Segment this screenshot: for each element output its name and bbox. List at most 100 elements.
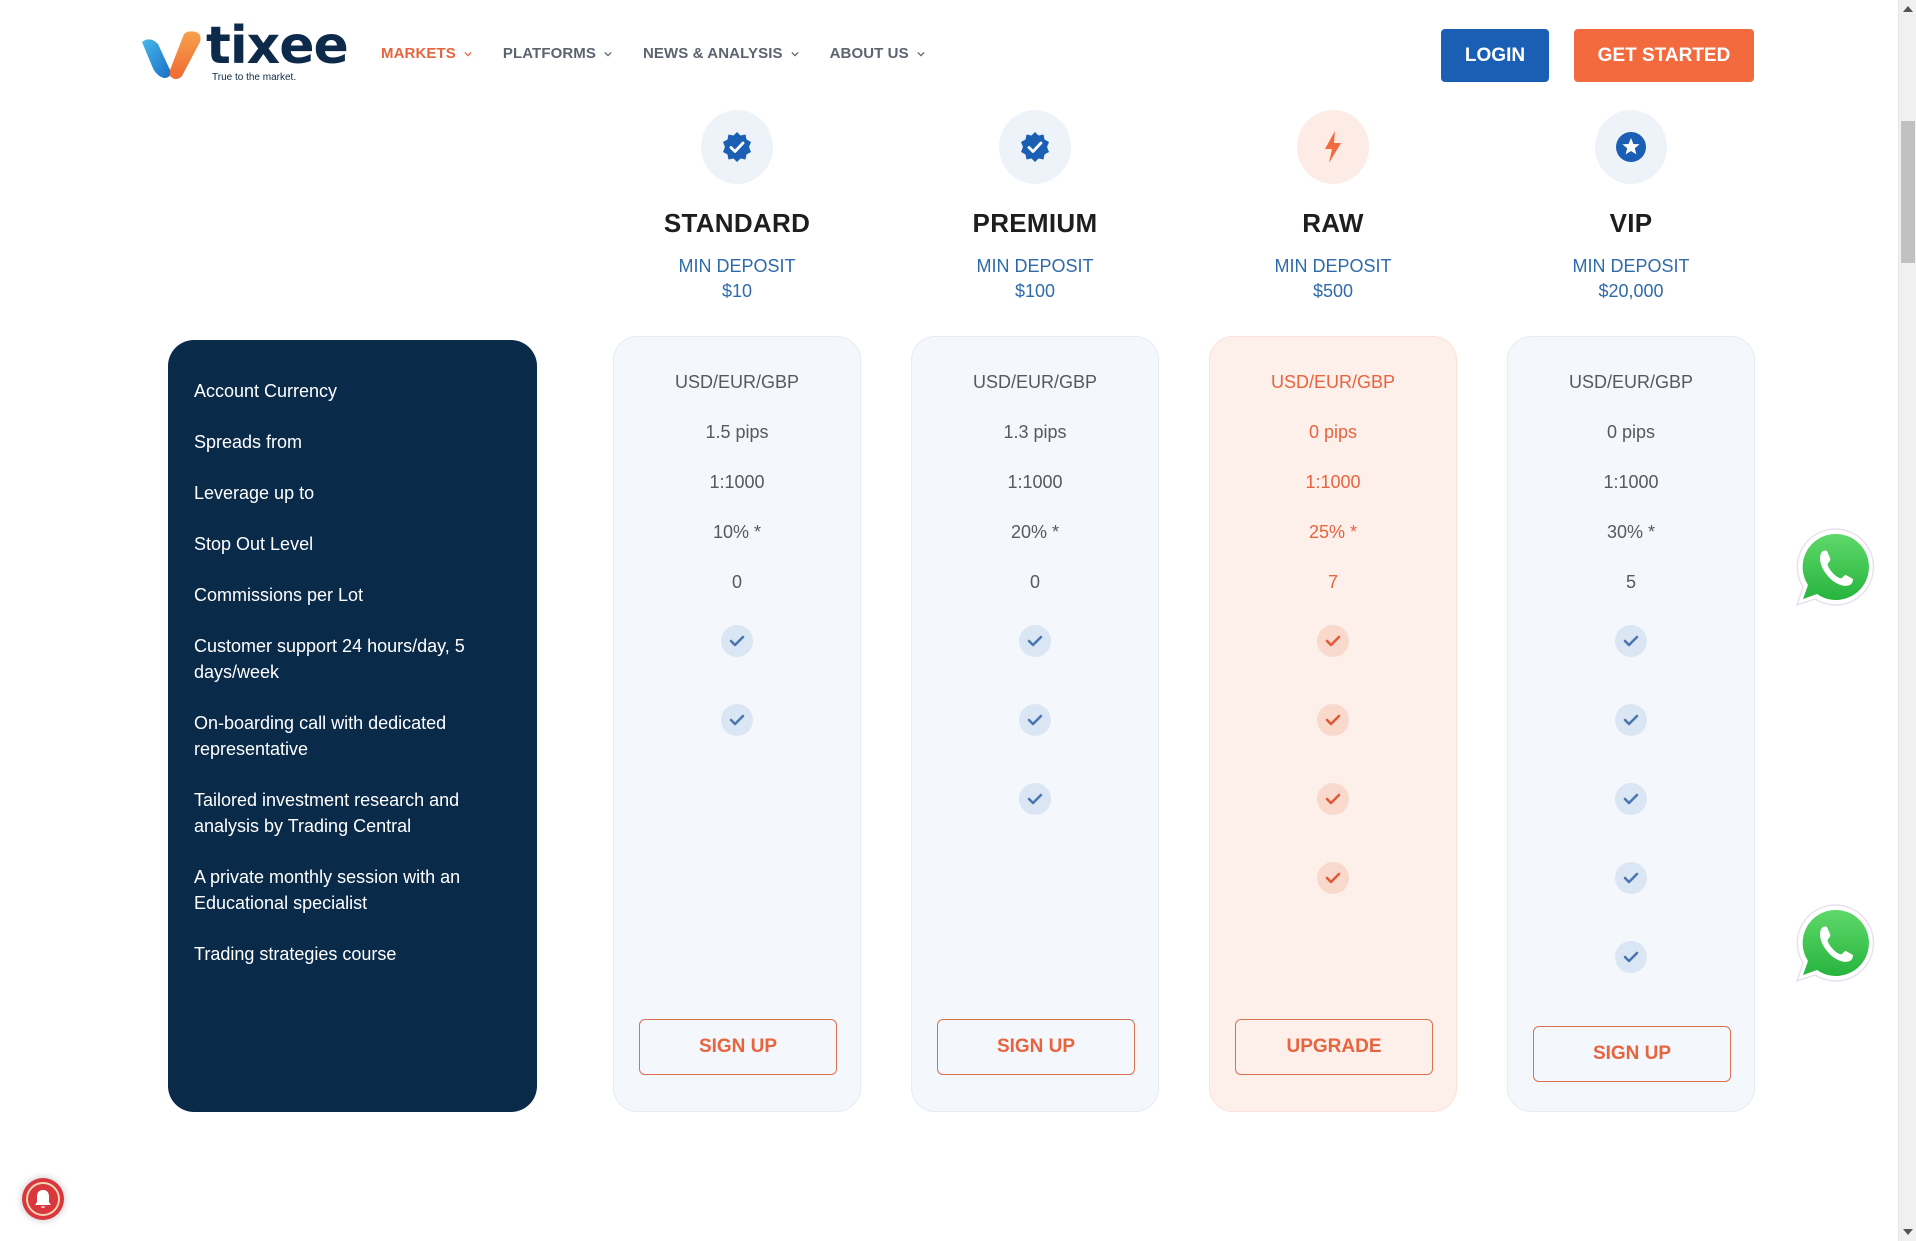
commission-value: 0	[1029, 572, 1040, 592]
spread-value: 1.5 pips	[705, 422, 769, 442]
checkmark-icon	[1027, 793, 1043, 805]
plan-header-standard: STANDARD MIN DEPOSIT $10	[612, 110, 862, 302]
checkmark-icon	[1027, 714, 1043, 726]
checkmark-icon	[1325, 635, 1341, 647]
leverage-value: 1:1000	[1603, 472, 1659, 492]
plan-title: RAW	[1302, 208, 1364, 238]
stop-out-value: 30% *	[1606, 522, 1656, 542]
scroll-down-arrow-icon[interactable]	[1903, 1229, 1913, 1235]
min-deposit-label: MIN DEPOSIT	[678, 256, 796, 276]
feature-included-check	[1615, 862, 1647, 894]
commission-value: 7	[1327, 572, 1338, 592]
whatsapp-button[interactable]	[1787, 519, 1883, 615]
sign-up-button[interactable]: SIGN UP	[937, 1019, 1135, 1075]
checkmark-icon	[729, 714, 745, 726]
checkmark-icon	[1027, 635, 1043, 647]
spread-value: 0 pips	[1606, 422, 1656, 442]
plan-header-raw: RAW MIN DEPOSIT $500	[1208, 110, 1458, 302]
plan-icon-wrap	[1595, 110, 1667, 184]
logo-tagline: True to the market.	[212, 72, 297, 83]
account-currency-value: USD/EUR/GBP	[972, 372, 1098, 392]
checkmark-icon	[1623, 872, 1639, 884]
nav-item-label: ABOUT US	[829, 45, 909, 62]
chevron-down-icon	[604, 51, 612, 56]
nav-item-about-us[interactable]: ABOUT US	[830, 45, 925, 62]
plan-card-raw: USD/EUR/GBP 0 pips 1:1000 25% * 7 UPGRADE	[1209, 336, 1457, 1112]
account-currency-value: USD/EUR/GBP	[1270, 372, 1396, 392]
feature-included-check	[1317, 704, 1349, 736]
whatsapp-button[interactable]	[1787, 895, 1883, 991]
feature-label: Tailored investment research and analysi…	[194, 790, 460, 836]
feature-included-check	[1317, 783, 1349, 815]
spread-value: 1.3 pips	[1003, 422, 1067, 442]
leverage-value: 1:1000	[709, 472, 765, 492]
chevron-down-icon	[917, 51, 925, 56]
stop-out-value: 20% *	[1010, 522, 1060, 542]
plan-icon-wrap	[999, 110, 1071, 184]
feature-included-check	[721, 704, 753, 736]
nav-item-platforms[interactable]: PLATFORMS	[503, 45, 612, 62]
feature-included-check	[1615, 704, 1647, 736]
checkmark-icon	[1623, 793, 1639, 805]
page-scrollbar[interactable]	[1898, 0, 1916, 1241]
login-button[interactable]: LOGIN	[1441, 29, 1549, 82]
site-header: tixee True to the market. MARKETS PLATFO…	[0, 0, 1898, 110]
min-deposit-value: $10	[721, 281, 753, 301]
checkmark-icon	[1325, 793, 1341, 805]
min-deposit-label: MIN DEPOSIT	[976, 256, 1094, 276]
features-panel: Account Currency Spreads from Leverage u…	[168, 340, 537, 1112]
checkmark-icon	[1623, 635, 1639, 647]
plan-title: VIP	[1609, 208, 1653, 238]
scroll-up-arrow-icon[interactable]	[1903, 6, 1913, 12]
get-started-button[interactable]: GET STARTED	[1574, 29, 1754, 82]
feature-included-check	[1317, 625, 1349, 657]
min-deposit-label: MIN DEPOSIT	[1274, 256, 1392, 276]
feature-included-check	[1317, 862, 1349, 894]
checkmark-icon	[1623, 951, 1639, 963]
feature-label: Stop Out Level	[194, 534, 314, 554]
min-deposit-value: $500	[1312, 281, 1354, 301]
chevron-down-icon	[790, 51, 799, 56]
feature-label: On-boarding call with dedicated represen…	[194, 713, 447, 759]
plan-title: PREMIUM	[972, 208, 1098, 238]
leverage-value: 1:1000	[1007, 472, 1063, 492]
star-badge-icon	[1616, 132, 1646, 162]
sign-up-button[interactable]: SIGN UP	[639, 1019, 837, 1075]
feature-included-check	[1615, 783, 1647, 815]
feature-label: Leverage up to	[194, 483, 315, 503]
nav-item-label: NEWS & ANALYSIS	[643, 45, 783, 62]
spread-value: 0 pips	[1308, 422, 1358, 442]
logo-wordmark: tixee	[206, 16, 349, 76]
plan-card-premium: USD/EUR/GBP 1.3 pips 1:1000 20% * 0 SIGN UP	[911, 336, 1159, 1112]
feature-label: Account Currency	[194, 381, 338, 401]
verified-badge-icon	[723, 132, 751, 162]
scroll-thumb[interactable]	[1901, 121, 1915, 263]
upgrade-button[interactable]: UPGRADE	[1235, 1019, 1433, 1075]
plan-icon-wrap	[1297, 110, 1369, 184]
account-currency-value: USD/EUR/GBP	[674, 372, 800, 392]
bell-icon	[35, 1190, 51, 1208]
min-deposit-value: $20,000	[1598, 281, 1664, 301]
feature-included-check	[1615, 625, 1647, 657]
checkmark-icon	[729, 635, 745, 647]
feature-label: Trading strategies course	[194, 944, 397, 964]
checkmark-icon	[1325, 872, 1341, 884]
logo[interactable]: tixee True to the market.	[140, 16, 349, 88]
notification-bell-button[interactable]	[22, 1178, 64, 1220]
leverage-value: 1:1000	[1305, 472, 1361, 492]
feature-included-check	[1615, 941, 1647, 973]
nav-item-news-analysis[interactable]: NEWS & ANALYSIS	[643, 45, 799, 62]
feature-label: Commissions per Lot	[194, 585, 364, 605]
nav-item-label: PLATFORMS	[502, 45, 596, 62]
feature-label: Spreads from	[194, 432, 303, 452]
checkmark-icon	[1325, 714, 1341, 726]
plan-header-vip: VIP MIN DEPOSIT $20,000	[1506, 110, 1756, 302]
chevron-down-icon	[464, 51, 472, 56]
lightning-icon	[1325, 131, 1341, 163]
stop-out-value: 10% *	[712, 522, 762, 542]
feature-label: A private monthly session with an Educat…	[194, 867, 461, 913]
plan-header-premium: PREMIUM MIN DEPOSIT $100	[910, 110, 1160, 302]
nav-item-markets[interactable]: MARKETS	[381, 45, 472, 62]
feature-included-check	[1019, 704, 1051, 736]
sign-up-button[interactable]: SIGN UP	[1533, 1026, 1731, 1082]
